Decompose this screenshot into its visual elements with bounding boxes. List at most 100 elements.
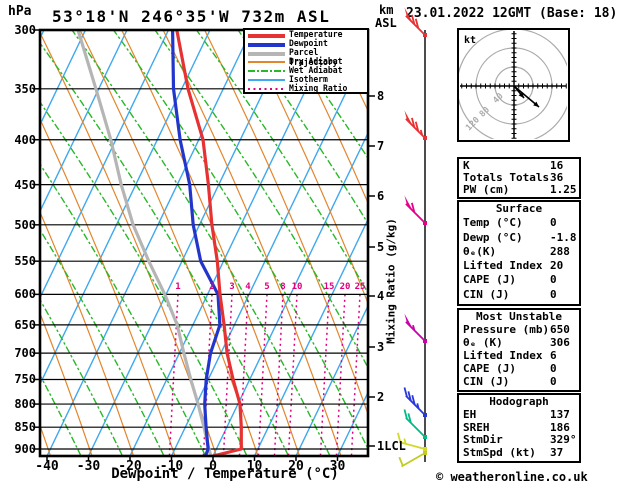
km-tick-label: 8 <box>377 89 385 103</box>
temp-tick-label: -20 <box>118 459 142 474</box>
panel-section-title: Most Unstable <box>475 310 563 323</box>
panel-row: StmDir 329° <box>459 433 579 446</box>
km-tick-label: 3 <box>377 340 385 354</box>
panel-row-value: 329° <box>550 433 577 447</box>
barb-full <box>403 387 408 398</box>
pressure-tick-label: 500 <box>14 217 36 232</box>
panel-row: CAPE (J) 0 <box>459 362 579 375</box>
barb-station-dot <box>423 33 427 37</box>
barb-staff <box>405 395 426 416</box>
pressure-tick-label: 750 <box>14 372 36 387</box>
mixing-ratio-line <box>319 294 330 456</box>
km-tick-label: 4 <box>377 289 385 303</box>
mixing-ratio-value-label: 25 <box>354 282 366 292</box>
wind-barb <box>398 451 427 468</box>
wind-barb <box>404 110 427 140</box>
panel-section: Most Unstable Pressure (mb) 650 θₑ (K) 306 Li… <box>457 308 581 392</box>
pressure-tick-label: 600 <box>14 287 36 302</box>
panel-row: Temp (°C) 0 <box>459 216 579 230</box>
panel-section-title: Surface <box>495 202 543 215</box>
barb-pennant <box>404 313 413 329</box>
temp-tick-label: 20 <box>288 459 304 474</box>
panel-row-label: Temp (°C) <box>463 216 523 230</box>
panel-row-label: PW (cm) <box>463 183 510 196</box>
panel-row-value: 0 <box>550 287 557 301</box>
pressure-tick-label: 450 <box>14 177 36 192</box>
panel-row-value: 137 <box>550 407 570 421</box>
panel-row-label: CAPE (J) <box>463 362 516 375</box>
pressure-tick-label: 350 <box>14 81 36 96</box>
panel-section: K 16 Totals Totals 36 PW (cm) 1.25 <box>457 157 581 199</box>
panel-row-value: 20 <box>550 259 564 273</box>
pressure-tick-label: 400 <box>14 132 36 147</box>
panel-row: Totals Totals 36 <box>459 171 579 184</box>
mixing-ratio-value-label: 10 <box>291 282 303 292</box>
panel-row: EH 137 <box>459 408 579 421</box>
panel-row-value: 0 <box>550 273 557 287</box>
panel-row-value: 1.25 <box>550 183 577 196</box>
panel-row-label: Lifted Index <box>463 259 543 273</box>
temp-tick-label: 10 <box>246 459 263 474</box>
panel-row: SREH 186 <box>459 421 579 434</box>
panel-row-label: Pressure (mb) <box>463 323 550 336</box>
barb-station-dot <box>423 339 427 343</box>
panel-row-value: 186 <box>550 420 570 434</box>
panel-row: θₑ (K) 306 <box>459 336 579 349</box>
panel-row-label: CIN (J) <box>463 375 510 388</box>
temp-tick-label: -40 <box>35 459 59 474</box>
mixing-ratio-value-label: 1 <box>175 282 181 292</box>
km-tick-label: 5 <box>377 240 385 254</box>
panel-row: PW (cm) 1.25 <box>459 183 579 196</box>
pressure-tick-label: 800 <box>14 397 36 412</box>
legend-line-sample <box>248 70 285 72</box>
barb-staff <box>401 452 426 468</box>
pressure-tick-label: 300 <box>14 23 36 37</box>
dry-adiabat-line <box>79 30 259 456</box>
legend-item: Mixing Ratio <box>245 84 367 94</box>
panel-row-label: θₑ(K) <box>463 244 497 258</box>
panel-row: StmSpd (kt) 37 <box>459 446 579 459</box>
pressure-tick-label: 900 <box>14 442 36 456</box>
temp-tick-label: -30 <box>76 459 101 474</box>
panel-row-label: EH <box>463 407 477 421</box>
wet-adiabat-line <box>40 100 248 456</box>
legend-line-sample <box>248 61 285 63</box>
mixing-ratio-value-label: 2 <box>209 282 215 292</box>
temp-tick-label: -10 <box>159 459 184 474</box>
panel-row-value: 650 <box>550 323 570 336</box>
legend-line-sample <box>248 88 285 90</box>
barb-station-dot <box>423 136 427 140</box>
panel-row: CIN (J) 0 <box>459 375 579 388</box>
panel-row-value: 37 <box>550 446 564 460</box>
wind-barb <box>404 7 427 37</box>
temp-tick-label: 30 <box>329 459 346 474</box>
panel-section-title: Hodograph <box>489 395 549 408</box>
pressure-tick-label: 700 <box>14 346 36 361</box>
km-tick-label: 2 <box>377 390 385 404</box>
legend: Temperature Dewpoint Parcel Trajectory Dry … <box>243 28 369 94</box>
legend-line-sample <box>248 79 285 81</box>
panel-row-value: 0 <box>550 362 557 375</box>
barb-staff <box>405 417 426 438</box>
barb-station-dot <box>423 447 427 451</box>
panel-row: θₑ(K) 288 <box>459 245 579 259</box>
panel-section: Hodograph EH 137 SREH 186 StmDir 329° StmSpd (k… <box>457 393 581 463</box>
panel-row: Lifted Index 20 <box>459 259 579 273</box>
pressure-tick-label: 550 <box>14 254 36 269</box>
legend-line-sample <box>248 52 285 56</box>
km-tick-label: 1LCL <box>377 439 406 453</box>
panel-row-label: StmSpd (kt) <box>463 446 536 460</box>
wind-barb <box>403 387 427 417</box>
panel-row-value: 6 <box>550 349 557 362</box>
isotherm-line <box>46 30 253 456</box>
km-tick-label: 6 <box>377 189 385 203</box>
panel-row: CIN (J) 0 <box>459 288 579 302</box>
legend-item-label: Mixing Ratio <box>289 84 348 94</box>
mixing-ratio-line <box>350 294 361 456</box>
panel-row: Lifted Index 6 <box>459 349 579 362</box>
barb-station-dot <box>423 413 427 417</box>
panel-row-value: 0 <box>550 216 557 230</box>
legend-line-sample <box>248 43 285 47</box>
barb-station-dot <box>423 221 427 225</box>
panel-row-value: 0 <box>550 375 557 388</box>
